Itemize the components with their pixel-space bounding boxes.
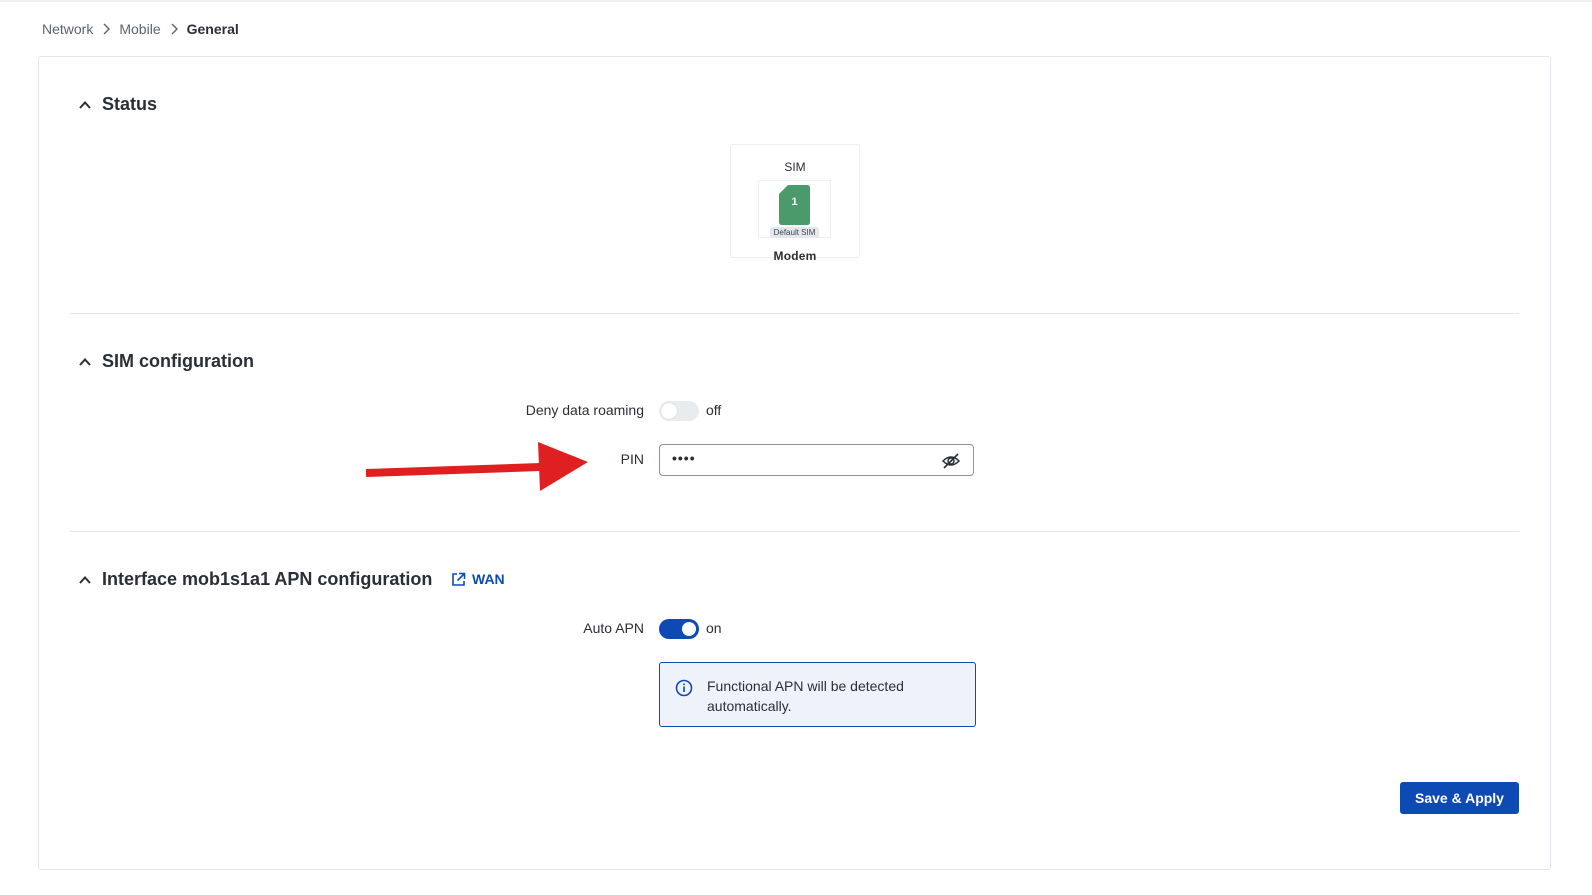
external-link-icon: [451, 572, 466, 587]
apn-info-text: Functional APN will be detected automati…: [707, 678, 904, 714]
chevron-up-icon: [78, 355, 92, 369]
auto-apn-toggle[interactable]: [659, 619, 699, 639]
wan-link-label: WAN: [472, 571, 505, 587]
status-section-header[interactable]: Status: [78, 94, 157, 115]
info-icon: [675, 679, 693, 697]
eye-off-icon[interactable]: [941, 451, 961, 471]
save-apply-button[interactable]: Save & Apply: [1400, 782, 1519, 814]
sim-number: 1: [791, 196, 798, 208]
breadcrumb-mobile[interactable]: Mobile: [119, 21, 160, 37]
section-divider: [70, 531, 1519, 532]
breadcrumb-network[interactable]: Network: [42, 21, 93, 37]
sim-config-section-header[interactable]: SIM configuration: [78, 351, 254, 372]
pin-input[interactable]: ••••: [659, 444, 974, 476]
wan-link[interactable]: WAN: [451, 571, 505, 587]
apn-info-box: Functional APN will be detected automati…: [659, 662, 976, 727]
section-divider: [70, 313, 1519, 314]
apn-title: Interface mob1s1a1 APN configuration: [102, 569, 433, 589]
auto-apn-state: on: [706, 620, 722, 636]
breadcrumb: Network Mobile General: [42, 21, 239, 37]
chevron-right-icon: [101, 23, 111, 35]
chevron-up-icon: [78, 573, 92, 587]
deny-roaming-label: Deny data roaming: [525, 402, 644, 418]
deny-roaming-toggle[interactable]: [659, 401, 699, 421]
pin-value: ••••: [672, 450, 696, 466]
sim-config-title: SIM configuration: [102, 351, 254, 371]
top-divider: [0, 0, 1592, 2]
auto-apn-label: Auto APN: [583, 620, 644, 636]
annotation-arrow-icon: [365, 442, 588, 491]
status-title: Status: [102, 94, 158, 114]
sim-label: SIM: [784, 160, 806, 174]
chevron-up-icon: [78, 98, 92, 112]
deny-roaming-state: off: [706, 402, 722, 418]
chevron-right-icon: [169, 23, 179, 35]
modem-label: Modem: [773, 249, 817, 263]
breadcrumb-current: General: [186, 21, 239, 37]
default-sim-badge: Default SIM: [770, 227, 819, 238]
apn-section-header[interactable]: Interface mob1s1a1 APN configuration: [78, 569, 432, 590]
